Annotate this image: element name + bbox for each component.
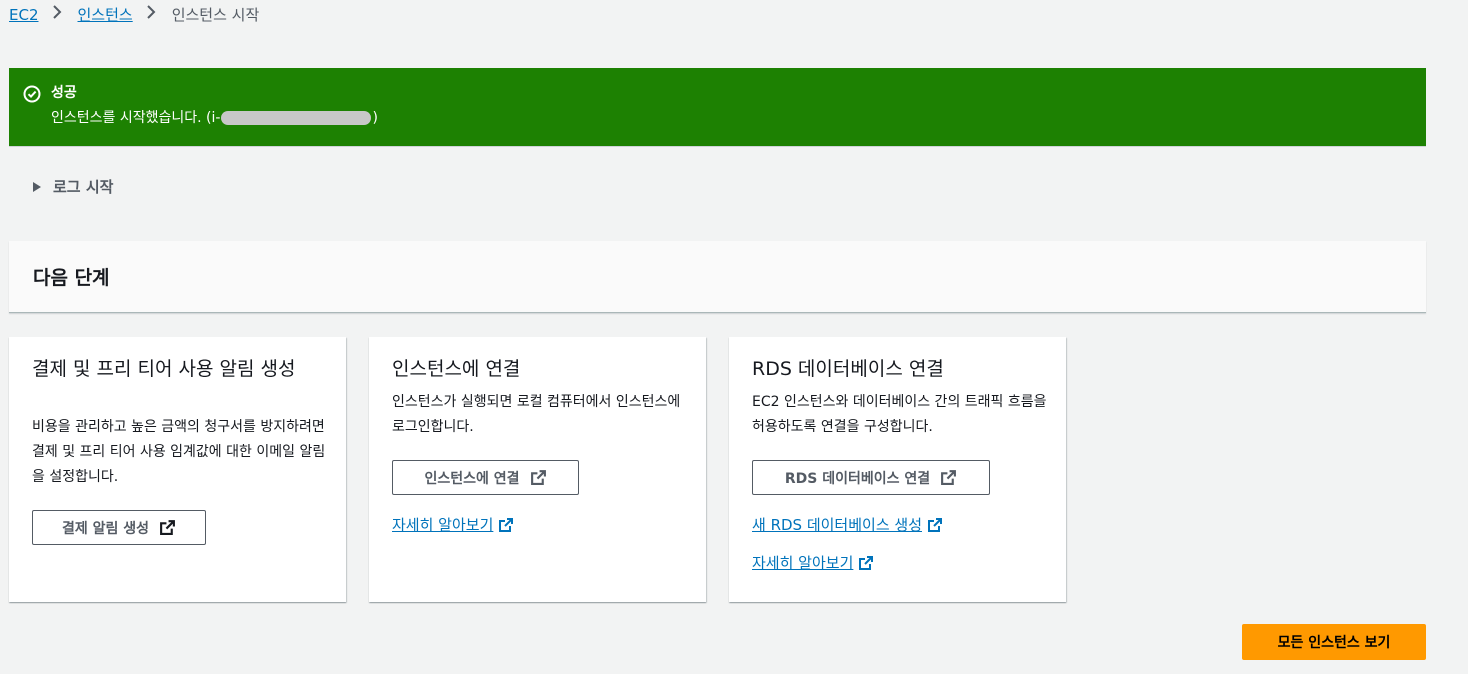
- external-link-icon: [499, 517, 514, 532]
- button-label: 인스턴스에 연결: [424, 470, 520, 487]
- flash-message-suffix: ): [372, 110, 378, 126]
- breadcrumb-current: 인스턴스 시작: [171, 6, 260, 24]
- link-label: 새 RDS 데이터베이스 생성: [752, 516, 922, 534]
- chevron-right-icon: [52, 5, 62, 25]
- launch-log-toggle[interactable]: 로그 시작: [33, 176, 113, 197]
- card-description: EC2 인스턴스와 데이터베이스 간의 트래픽 흐름을 허용하도록 연결을 구성…: [752, 394, 1047, 435]
- card-rds-connect: RDS 데이터베이스 연결 EC2 인스턴스와 데이터베이스 간의 트래픽 흐름…: [729, 337, 1066, 602]
- next-steps-header: 다음 단계: [9, 241, 1426, 313]
- breadcrumb-link-ec2[interactable]: EC2: [9, 5, 39, 25]
- card-title: RDS 데이터베이스 연결: [752, 358, 944, 380]
- external-link-icon: [928, 517, 942, 532]
- card-title: 인스턴스에 연결: [392, 358, 521, 380]
- redacted-instance-id: [221, 111, 372, 125]
- link-label: 자세히 알아보기: [752, 554, 854, 572]
- button-label: RDS 데이터베이스 연결: [784, 470, 931, 487]
- view-all-instances-button[interactable]: 모든 인스턴스 보기: [1242, 624, 1426, 660]
- chevron-right-icon: [146, 5, 156, 25]
- connect-rds-database-button[interactable]: RDS 데이터베이스 연결: [752, 460, 990, 495]
- launch-log-label: 로그 시작: [53, 178, 114, 196]
- external-link-icon: [160, 520, 175, 535]
- connect-instance-button[interactable]: 인스턴스에 연결: [392, 460, 579, 495]
- flash-message: 인스턴스를 시작했습니다. (i- ): [51, 108, 378, 128]
- button-label: 결제 알림 생성: [61, 520, 150, 537]
- card-connect-instance: 인스턴스에 연결 인스턴스가 실행되면 로컬 컴퓨터에서 인스턴스에 로그인합니…: [369, 337, 706, 602]
- learn-more-link[interactable]: 자세히 알아보기: [752, 552, 874, 573]
- link-label: 자세히 알아보기: [392, 516, 494, 534]
- breadcrumb: EC2 인스턴스 인스턴스 시작: [9, 5, 259, 25]
- external-link-icon: [530, 470, 546, 485]
- card-title: 결제 및 프리 티어 사용 알림 생성: [32, 358, 296, 380]
- card-billing-alerts: 결제 및 프리 티어 사용 알림 생성 비용을 관리하고 높은 금액의 청구서를…: [9, 337, 346, 602]
- flash-message-prefix: 인스턴스를 시작했습니다. (i-: [51, 110, 221, 126]
- external-link-icon: [941, 470, 957, 485]
- success-circle-icon: [23, 85, 41, 103]
- next-steps-title: 다음 단계: [33, 267, 110, 289]
- learn-more-link[interactable]: 자세히 알아보기: [392, 514, 514, 535]
- external-link-icon: [859, 555, 874, 570]
- card-description: 인스턴스가 실행되면 로컬 컴퓨터에서 인스턴스에 로그인합니다.: [392, 394, 681, 435]
- create-billing-alert-button[interactable]: 결제 알림 생성: [32, 510, 206, 545]
- flash-title: 성공: [51, 85, 77, 101]
- breadcrumb-link-instances[interactable]: 인스턴스: [78, 5, 133, 25]
- card-description: 비용을 관리하고 높은 금액의 청구서를 방지하려면 결제 및 프리 티어 사용…: [32, 419, 326, 485]
- create-rds-database-link[interactable]: 새 RDS 데이터베이스 생성: [752, 514, 943, 535]
- success-flashbar: 성공 인스턴스를 시작했습니다. (i- ): [9, 68, 1426, 147]
- caret-right-icon: [33, 181, 41, 192]
